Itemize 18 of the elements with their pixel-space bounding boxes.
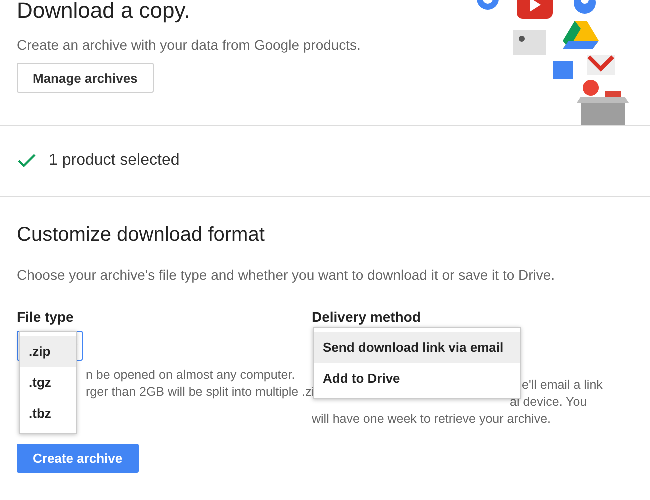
menu-option[interactable]: .zip	[20, 336, 76, 367]
help-text: n be opened on almost any computer.	[86, 367, 296, 384]
field-label: File type	[17, 309, 74, 325]
create-archive-button[interactable]: Create archive	[17, 444, 139, 473]
subtitle: Create an archive with your data from Google products.	[17, 37, 362, 53]
menu-option[interactable]: .tbz	[20, 398, 76, 429]
section-description: Choose your archive's file type and whether you want to download it or save it to Drive.	[17, 267, 556, 283]
section-title: Customize download format	[17, 224, 266, 247]
selection-status: 1 product selected	[49, 152, 180, 170]
help-text: e'll email a link	[522, 377, 603, 394]
help-text: will have one week to retrieve your archive.	[312, 411, 552, 428]
menu-option[interactable]: Send download link via email	[314, 332, 520, 363]
manage-archives-button[interactable]: Manage archives	[17, 63, 154, 93]
menu-option[interactable]: Add to Drive	[314, 363, 520, 394]
field-label: Delivery method	[312, 309, 421, 325]
page-title: Download a copy.	[17, 0, 192, 25]
menu-option[interactable]: .tgz	[20, 367, 76, 398]
check-icon	[17, 153, 37, 169]
